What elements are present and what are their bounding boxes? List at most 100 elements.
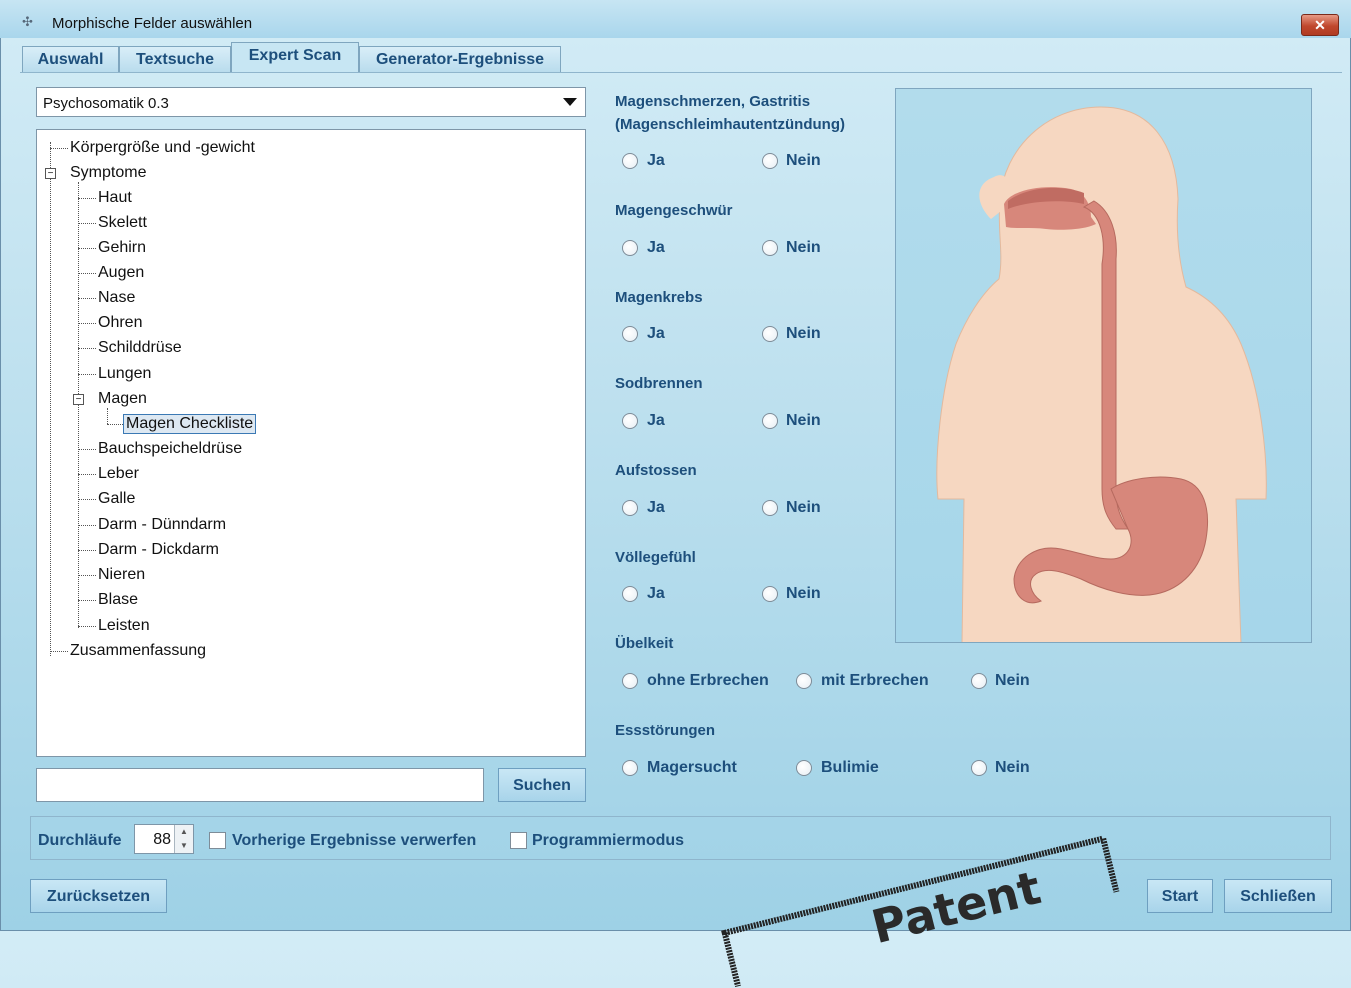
radio-button[interactable] bbox=[762, 413, 778, 429]
tree-item-duenndarm[interactable]: Darm - Dünndarm bbox=[98, 515, 226, 535]
tree-item-zusammenfassung[interactable]: Zusammenfassung bbox=[70, 641, 206, 661]
tree-connector bbox=[107, 424, 123, 425]
tree-connector bbox=[78, 198, 96, 199]
tree-item-lungen[interactable]: Lungen bbox=[98, 364, 151, 384]
radio-label[interactable]: Ja bbox=[647, 325, 665, 343]
close-button[interactable]: Schließen bbox=[1224, 879, 1332, 913]
radio-button[interactable] bbox=[622, 326, 638, 342]
radio-button[interactable] bbox=[971, 673, 987, 689]
radio-label[interactable]: Magersucht bbox=[647, 759, 737, 777]
start-button[interactable]: Start bbox=[1147, 879, 1213, 913]
tree-item-nieren[interactable]: Nieren bbox=[98, 565, 145, 585]
tree-item-magen-checkliste[interactable]: Magen Checkliste bbox=[123, 414, 257, 434]
radio-button[interactable] bbox=[796, 760, 812, 776]
tree-connector bbox=[50, 142, 51, 656]
profile-select-value: Psychosomatik 0.3 bbox=[43, 95, 169, 112]
tree-connector bbox=[78, 449, 96, 450]
search-input[interactable] bbox=[36, 768, 484, 802]
radio-button[interactable] bbox=[622, 760, 638, 776]
radio-button[interactable] bbox=[622, 153, 638, 169]
radio-button[interactable] bbox=[762, 500, 778, 516]
tree-item-galle[interactable]: Galle bbox=[98, 489, 135, 509]
tree-connector bbox=[78, 223, 96, 224]
tree-item-magen[interactable]: Magen bbox=[98, 389, 147, 409]
radio-label[interactable]: Ja bbox=[647, 585, 665, 603]
radio-label[interactable]: Ja bbox=[647, 499, 665, 517]
radio-label[interactable]: Ja bbox=[647, 239, 665, 257]
radio-button[interactable] bbox=[622, 586, 638, 602]
collapse-icon[interactable]: − bbox=[45, 168, 56, 179]
anatomy-svg bbox=[936, 106, 1267, 645]
tab-generator-ergebnisse[interactable]: Generator-Ergebnisse bbox=[359, 46, 561, 72]
tree-connector bbox=[78, 499, 96, 500]
tree-item-haut[interactable]: Haut bbox=[98, 188, 132, 208]
tree-item-dickdarm[interactable]: Darm - Dickdarm bbox=[98, 540, 219, 560]
discard-results-label[interactable]: Vorherige Ergebnisse verwerfen bbox=[232, 832, 476, 850]
category-tree[interactable]: − − Körpergröße und -gewicht Symptome Ha… bbox=[36, 129, 586, 757]
profile-select[interactable]: Psychosomatik 0.3 bbox=[36, 87, 586, 117]
radio-label[interactable]: Ja bbox=[647, 152, 665, 170]
tab-expert-scan[interactable]: Expert Scan bbox=[231, 42, 359, 73]
programming-mode-checkbox[interactable] bbox=[510, 832, 527, 849]
search-button[interactable]: Suchen bbox=[498, 768, 586, 802]
radio-button[interactable] bbox=[622, 500, 638, 516]
radio-label[interactable]: Ja bbox=[647, 412, 665, 430]
tree-item-augen[interactable]: Augen bbox=[98, 263, 144, 283]
radio-label[interactable]: Nein bbox=[786, 585, 821, 603]
tab-textsuche[interactable]: Textsuche bbox=[119, 46, 231, 72]
tree-connector bbox=[78, 298, 96, 299]
tree-connector bbox=[78, 525, 96, 526]
radio-label[interactable]: Nein bbox=[786, 499, 821, 517]
question-label: Sodbrennen bbox=[615, 375, 703, 392]
radio-button[interactable] bbox=[762, 153, 778, 169]
tree-item-symptome[interactable]: Symptome bbox=[70, 163, 146, 183]
chevron-down-icon[interactable]: ▼ bbox=[174, 839, 193, 853]
radio-button[interactable] bbox=[762, 326, 778, 342]
tree-item-ohren[interactable]: Ohren bbox=[98, 313, 142, 333]
radio-label[interactable]: Nein bbox=[786, 239, 821, 257]
tree-connector bbox=[78, 626, 96, 627]
tree-item-blase[interactable]: Blase bbox=[98, 590, 138, 610]
radio-button[interactable] bbox=[796, 673, 812, 689]
radio-label[interactable]: mit Erbrechen bbox=[821, 672, 929, 690]
question-label: Magenkrebs bbox=[615, 289, 703, 306]
tree-connector bbox=[78, 550, 96, 551]
radio-button[interactable] bbox=[762, 586, 778, 602]
radio-button[interactable] bbox=[762, 240, 778, 256]
tree-item-leisten[interactable]: Leisten bbox=[98, 616, 150, 636]
radio-button[interactable] bbox=[622, 413, 638, 429]
chevron-down-icon[interactable] bbox=[563, 98, 577, 106]
chevron-up-icon[interactable]: ▲ bbox=[174, 825, 193, 840]
tree-connector bbox=[78, 248, 96, 249]
radio-label[interactable]: ohne Erbrechen bbox=[647, 672, 769, 690]
tree-connector bbox=[78, 273, 96, 274]
tree-connector bbox=[50, 148, 68, 149]
radio-label[interactable]: Nein bbox=[995, 672, 1030, 690]
programming-mode-label[interactable]: Programmiermodus bbox=[532, 832, 684, 850]
radio-button[interactable] bbox=[971, 760, 987, 776]
tree-item-skelett[interactable]: Skelett bbox=[98, 213, 147, 233]
question-label: Magenschmerzen, Gastritis bbox=[615, 93, 811, 110]
runs-value[interactable]: 88 bbox=[153, 831, 171, 849]
radio-label[interactable]: Nein bbox=[786, 325, 821, 343]
runs-stepper[interactable]: 88 ▲ ▼ bbox=[134, 824, 194, 854]
radio-button[interactable] bbox=[622, 673, 638, 689]
tab-auswahl[interactable]: Auswahl bbox=[22, 46, 119, 72]
close-window-button[interactable]: ✕ bbox=[1301, 14, 1339, 36]
radio-label[interactable]: Bulimie bbox=[821, 759, 879, 777]
tree-item-schilddruese[interactable]: Schilddrüse bbox=[98, 338, 182, 358]
tree-item-nase[interactable]: Nase bbox=[98, 288, 135, 308]
radio-button[interactable] bbox=[622, 240, 638, 256]
radio-label[interactable]: Nein bbox=[995, 759, 1030, 777]
reset-button[interactable]: Zurücksetzen bbox=[30, 879, 167, 913]
tree-item-leber[interactable]: Leber bbox=[98, 464, 139, 484]
question-label: Völlegefühl bbox=[615, 549, 696, 566]
tree-item-bauchspeicheldruese[interactable]: Bauchspeicheldrüse bbox=[98, 439, 242, 459]
discard-results-checkbox[interactable] bbox=[209, 832, 226, 849]
radio-label[interactable]: Nein bbox=[786, 412, 821, 430]
digestive-tract-illustration bbox=[895, 88, 1312, 645]
tree-item-koerpergroesse[interactable]: Körpergröße und -gewicht bbox=[70, 138, 255, 158]
radio-label[interactable]: Nein bbox=[786, 152, 821, 170]
tree-item-gehirn[interactable]: Gehirn bbox=[98, 238, 146, 258]
collapse-icon[interactable]: − bbox=[73, 394, 84, 405]
